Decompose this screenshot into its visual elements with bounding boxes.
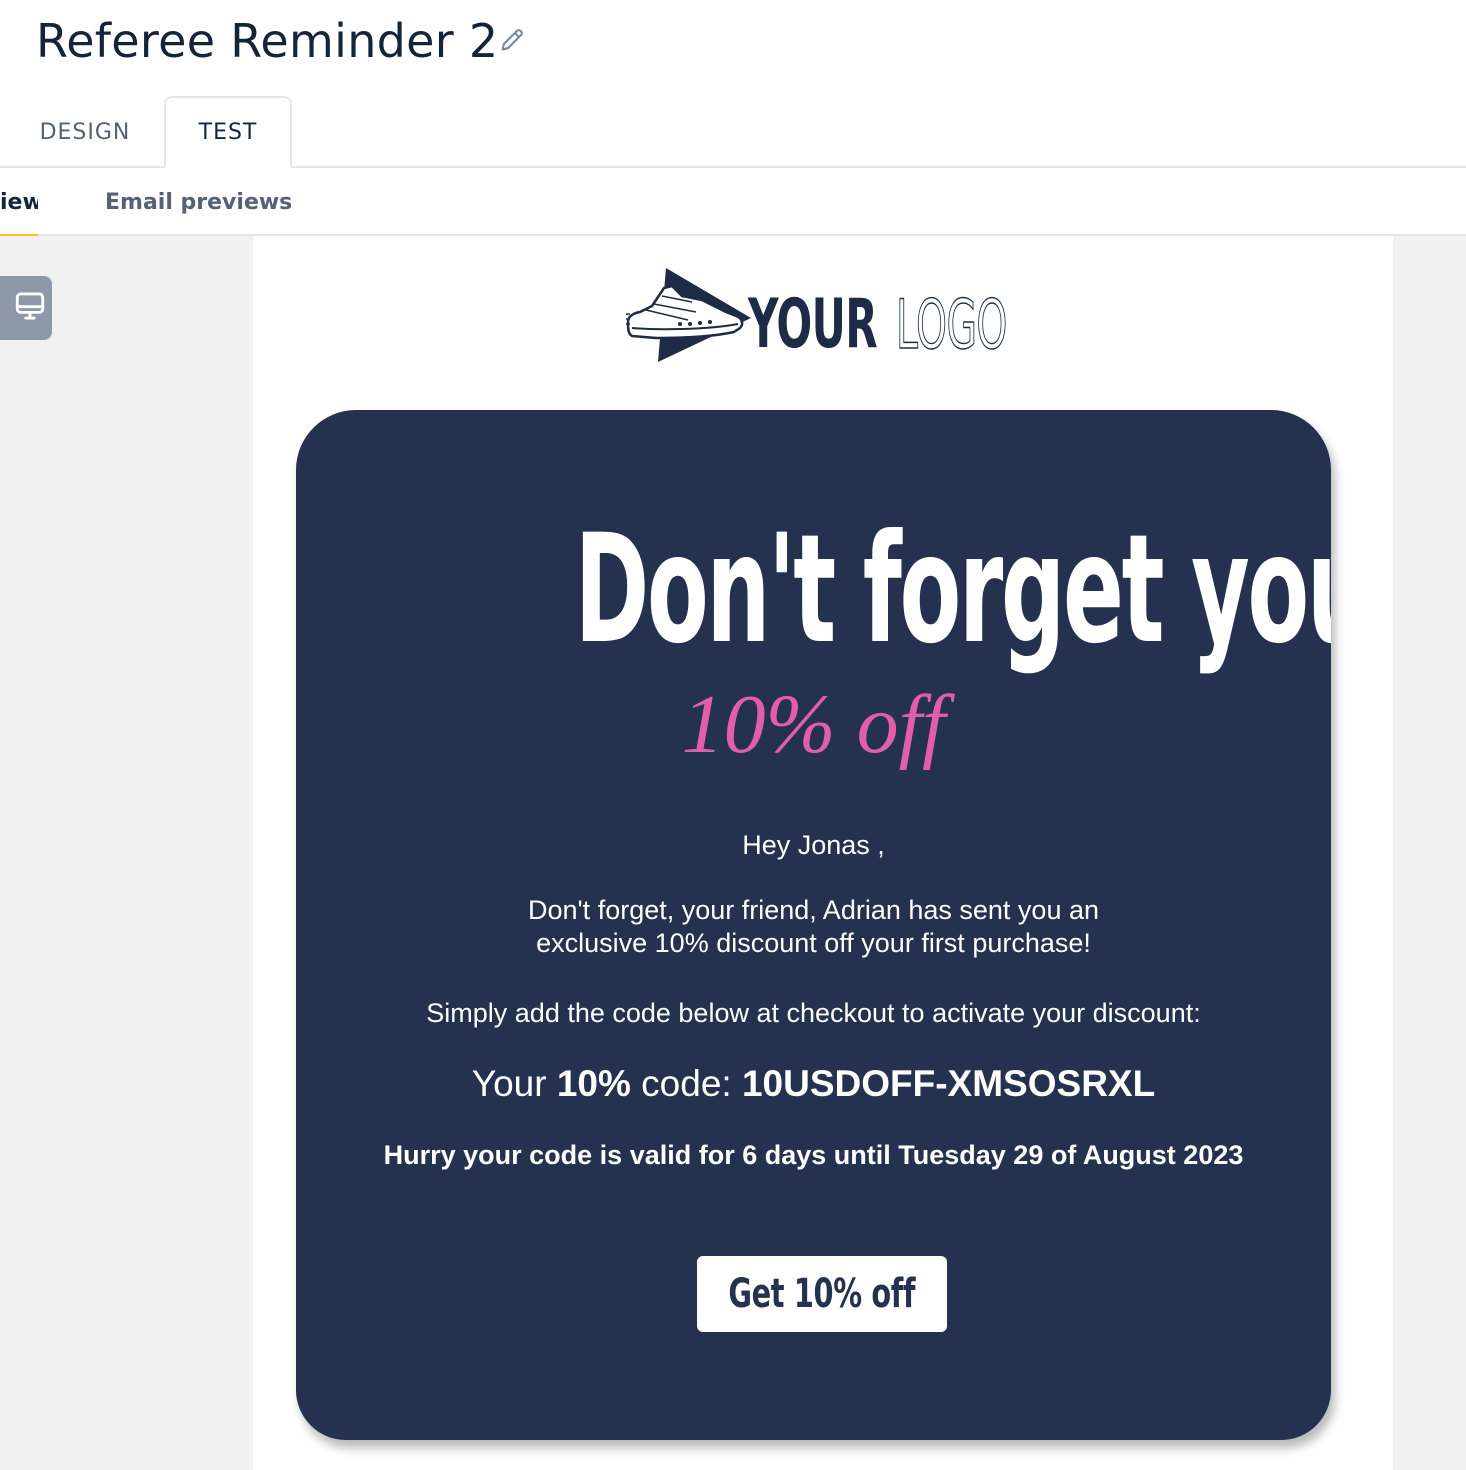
preview-area: YOUR LOGO Don't forget your 10% off Hey … (0, 236, 1466, 1470)
svg-text:LOGO: LOGO (896, 286, 1007, 366)
desktop-monitor-icon (13, 289, 47, 328)
edit-title-button[interactable] (496, 26, 528, 58)
code-middle: code: (630, 1063, 742, 1104)
email-message: Don't forget, your friend, Adrian has se… (296, 894, 1331, 960)
email-headline: Don't forget your (574, 503, 1331, 677)
email-preview-canvas: YOUR LOGO Don't forget your 10% off Hey … (253, 236, 1393, 1470)
code-prefix: Your (471, 1063, 557, 1104)
page-title: Referee Reminder 2 (36, 14, 499, 68)
email-subheadline: 10% off (681, 678, 946, 771)
logo-text-bold: YOUR (748, 285, 878, 364)
get-discount-button[interactable]: Get 10% off (697, 1256, 947, 1332)
email-instruction: Simply add the code below at checkout to… (426, 998, 1201, 1028)
pencil-icon (498, 26, 526, 59)
email-message-line-2: exclusive 10% discount off your first pu… (536, 928, 1091, 958)
get-discount-button-label: Get 10% off (728, 1271, 916, 1317)
subtab-email-previews[interactable]: Email previews (105, 168, 292, 236)
page-header: Referee Reminder 2 (0, 0, 1466, 90)
email-greeting: Hey Jonas , (742, 830, 885, 860)
email-hero-card: Don't forget your 10% off Hey Jonas , Do… (296, 410, 1331, 1440)
brand-logo: YOUR LOGO (626, 266, 1026, 366)
tab-test[interactable]: TEST (164, 96, 292, 168)
subtab-preview-label: iew (0, 189, 38, 215)
main-tabs: DESIGN TEST (0, 96, 1466, 168)
code-validity-notice: Hurry your code is valid for 6 days unti… (383, 1140, 1244, 1170)
discount-code-line: Your 10% code: 10USDOFF-XMSOSRXL (296, 1062, 1331, 1106)
desktop-view-button[interactable] (0, 276, 52, 340)
email-message-line-1: Don't forget, your friend, Adrian has se… (528, 895, 1099, 925)
code-percent: 10% (556, 1063, 631, 1104)
preview-subtabs: iew Email previews (0, 168, 1466, 236)
discount-code-value: 10USDOFF-XMSOSRXL (741, 1063, 1156, 1104)
subtab-preview[interactable]: iew (0, 168, 38, 236)
tab-design[interactable]: DESIGN (18, 96, 152, 168)
